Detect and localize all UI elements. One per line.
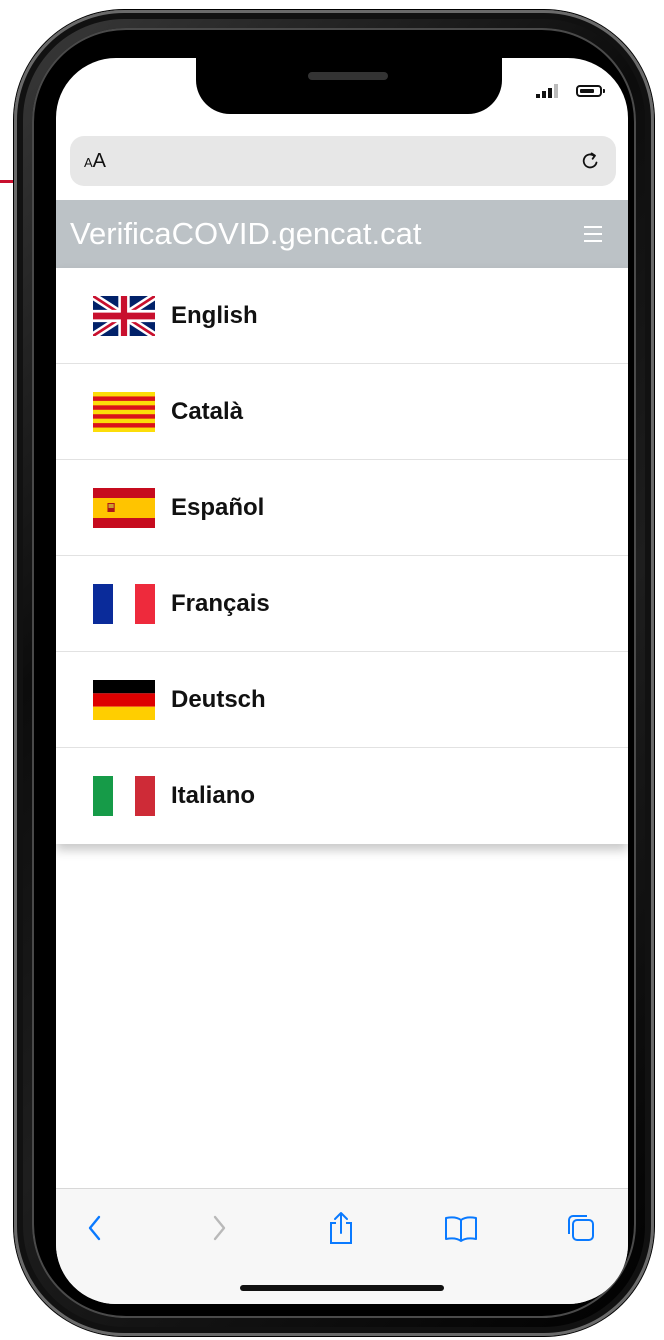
language-label: English bbox=[171, 301, 258, 329]
language-label: Italiano bbox=[171, 782, 256, 809]
tabs-icon[interactable] bbox=[564, 1211, 598, 1245]
hamburger-menu-icon[interactable] bbox=[584, 226, 602, 242]
battery-icon bbox=[576, 85, 605, 97]
status-bar bbox=[536, 84, 605, 98]
language-label: Deutsch bbox=[171, 685, 266, 713]
browser-toolbar bbox=[56, 1188, 628, 1304]
italy-flag-icon bbox=[93, 776, 155, 816]
signal-icon bbox=[536, 84, 558, 98]
phone-frame: AA VerificaCOVID.gencat.cat English Cata… bbox=[14, 10, 654, 1336]
home-indicator[interactable] bbox=[240, 1285, 444, 1291]
language-label: Français bbox=[171, 589, 270, 617]
chevron-left-icon[interactable] bbox=[78, 1211, 112, 1245]
speaker-grille bbox=[308, 72, 388, 80]
phone-screen: AA VerificaCOVID.gencat.cat English Cata… bbox=[56, 58, 628, 1304]
chevron-right-icon[interactable] bbox=[202, 1211, 236, 1245]
language-item-francais[interactable]: Français bbox=[56, 556, 628, 652]
text-size-button[interactable]: AA bbox=[84, 150, 106, 173]
share-icon[interactable] bbox=[324, 1211, 358, 1245]
reload-icon[interactable] bbox=[578, 149, 602, 173]
address-bar[interactable]: AA bbox=[70, 136, 616, 186]
language-item-italiano[interactable]: Italiano bbox=[56, 748, 628, 844]
notch bbox=[196, 58, 502, 114]
language-list: English Català Español Français Deutsch … bbox=[56, 268, 628, 844]
language-item-espanol[interactable]: Español bbox=[56, 460, 628, 556]
language-item-deutsch[interactable]: Deutsch bbox=[56, 652, 628, 748]
site-header: VerificaCOVID.gencat.cat bbox=[56, 200, 628, 268]
catalonia-flag-icon bbox=[93, 391, 155, 432]
france-flag-icon bbox=[93, 583, 155, 624]
uk-flag-icon bbox=[93, 295, 155, 336]
language-label: Español bbox=[171, 493, 265, 521]
site-title: VerificaCOVID.gencat.cat bbox=[70, 216, 422, 251]
language-item-catala[interactable]: Català bbox=[56, 364, 628, 460]
language-item-english[interactable]: English bbox=[56, 268, 628, 364]
language-label: Català bbox=[171, 397, 244, 425]
germany-flag-icon bbox=[93, 679, 155, 720]
spain-flag-icon bbox=[93, 487, 155, 528]
book-icon[interactable] bbox=[444, 1211, 478, 1245]
